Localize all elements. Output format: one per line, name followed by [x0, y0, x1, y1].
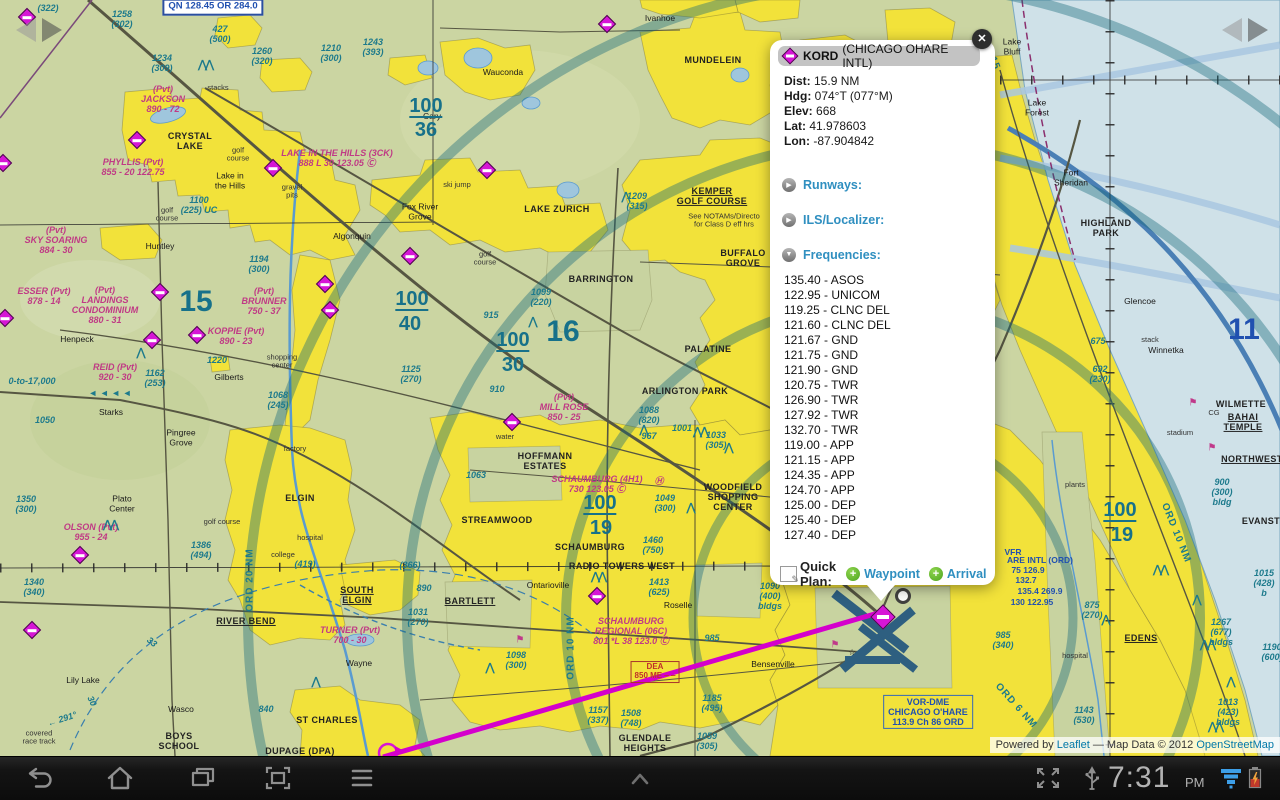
- frequency-row: 119.25 - CLNC DEL: [784, 303, 891, 318]
- popup-tail: [867, 585, 895, 601]
- pan-left-control[interactable]: [14, 15, 66, 45]
- frequency-row: 121.67 - GND: [784, 333, 891, 348]
- detail-label: Elev:: [784, 104, 813, 118]
- detail-row: Hdg: 074°T (077°M): [784, 89, 893, 104]
- back-button[interactable]: [22, 764, 60, 794]
- section-label: Runways:: [803, 178, 862, 192]
- frequency-row: 124.70 - APP: [784, 483, 891, 498]
- screenshot-icon: [262, 764, 294, 792]
- close-icon[interactable]: ✕: [972, 29, 992, 49]
- tablet-screen: stacksCRYSTAL LAKECaryFox River GroveLAK…: [0, 0, 1280, 800]
- frequency-row: 132.70 - TWR: [784, 423, 891, 438]
- screenshot-button[interactable]: [259, 764, 297, 794]
- detail-row: Lat: 41.978603: [784, 119, 893, 134]
- expand-icon: ▶: [782, 213, 796, 227]
- hide-bar-button[interactable]: [621, 764, 659, 794]
- usb-icon: [1076, 764, 1108, 792]
- frequency-row: 119.00 - APP: [784, 438, 891, 453]
- frequency-row: 125.40 - DEP: [784, 513, 891, 528]
- airport-name: (CHICAGO OHARE INTL): [842, 42, 980, 70]
- frequency-row: 124.35 - APP: [784, 468, 891, 483]
- quick-plan-label: Quick Plan:: [800, 559, 836, 589]
- leaflet-link[interactable]: Leaflet: [1057, 739, 1090, 751]
- section-label: ILS/Localizer:: [803, 213, 884, 227]
- attribution-text: — Map Data © 2012: [1093, 739, 1193, 751]
- pan-right-control[interactable]: [1220, 15, 1272, 45]
- frequency-row: 120.75 - TWR: [784, 378, 891, 393]
- airport-code: KORD: [803, 49, 838, 63]
- clock-meridiem: PM: [1185, 775, 1205, 790]
- detail-value: -87.904842: [810, 134, 874, 148]
- note-icon: [780, 566, 797, 582]
- fullscreen-button[interactable]: [1029, 764, 1067, 794]
- frequency-row: 127.40 - DEP: [784, 528, 891, 543]
- frequency-row: 121.75 - GND: [784, 348, 891, 363]
- detail-row: Lon: -87.904842: [784, 134, 893, 149]
- section-toggle-runways[interactable]: ▶ Runways:: [782, 167, 982, 202]
- map-attribution: Powered by Leaflet — Map Data © 2012 Ope…: [990, 737, 1280, 753]
- chevron-up-icon: [624, 764, 656, 792]
- wifi-icon: [1218, 764, 1244, 792]
- section-label: Frequencies:: [803, 248, 881, 262]
- frequency-row: 121.60 - CLNC DEL: [784, 318, 891, 333]
- airport-info-popup: KORD (CHICAGO OHARE INTL) ✕ Dist: 15.9 N…: [770, 40, 995, 585]
- openstreetmap-link[interactable]: OpenStreetMap: [1196, 739, 1274, 751]
- android-navbar: 7:31 PM: [0, 756, 1280, 800]
- detail-value: 15.9 NM: [811, 74, 860, 88]
- section-toggle-ilslocalizer[interactable]: ▶ ILS/Localizer:: [782, 202, 982, 237]
- waypoint-anchor: [897, 590, 910, 603]
- frequency-row: 121.90 - GND: [784, 363, 891, 378]
- battery-icon: [1246, 764, 1266, 792]
- detail-label: Dist:: [784, 74, 811, 88]
- detail-row: Elev: 668: [784, 104, 893, 119]
- frequency-list: 135.40 - ASOS122.95 - UNICOM119.25 - CLN…: [784, 273, 891, 543]
- collapse-icon: ▼: [782, 248, 796, 262]
- map-artwork: [0, 0, 1280, 756]
- detail-label: Hdg:: [784, 89, 811, 103]
- pan-arrows-icon: [14, 15, 66, 45]
- add-waypoint-button[interactable]: + Waypoint: [846, 567, 920, 581]
- airport-diamond-icon: [782, 48, 799, 65]
- wifi-status[interactable]: [1218, 764, 1244, 794]
- menu-button[interactable]: [343, 764, 381, 794]
- plus-icon: +: [929, 567, 943, 581]
- menu-icon: [346, 764, 378, 792]
- add-arrival-button[interactable]: + Arrival: [929, 567, 987, 581]
- pan-arrows-icon: [1220, 15, 1272, 45]
- detail-row: Dist: 15.9 NM: [784, 74, 893, 89]
- detail-value: 074°T (077°M): [811, 89, 892, 103]
- home-button[interactable]: [101, 764, 139, 794]
- frequency-row: 126.90 - TWR: [784, 393, 891, 408]
- frequency-row: 135.40 - ASOS: [784, 273, 891, 288]
- clock[interactable]: 7:31: [1108, 761, 1170, 795]
- frequency-row: 127.92 - TWR: [784, 408, 891, 423]
- recent-apps-button[interactable]: [184, 764, 222, 794]
- popup-header: KORD (CHICAGO OHARE INTL): [778, 46, 980, 66]
- back-icon: [25, 764, 57, 792]
- frequency-row: 125.00 - DEP: [784, 498, 891, 513]
- home-icon: [104, 764, 136, 792]
- arrival-link: Arrival: [947, 567, 987, 581]
- plus-icon: +: [846, 567, 860, 581]
- sectional-map[interactable]: stacksCRYSTAL LAKECaryFox River GroveLAK…: [0, 0, 1280, 756]
- section-toggle-frequencies[interactable]: ▼ Frequencies:: [782, 237, 982, 272]
- airport-details: Dist: 15.9 NMHdg: 074°T (077°M)Elev: 668…: [784, 74, 893, 149]
- recents-icon: [187, 764, 219, 792]
- popup-sections: ▶ Runways: ▶ ILS/Localizer: ▼ Frequencies:: [782, 167, 982, 272]
- usb-status-button[interactable]: [1073, 764, 1111, 794]
- detail-value: 41.978603: [806, 119, 866, 133]
- waypoint-link: Waypoint: [864, 567, 920, 581]
- detail-label: Lat:: [784, 119, 806, 133]
- attribution-text: Powered by: [996, 739, 1054, 751]
- frequency-row: 121.15 - APP: [784, 453, 891, 468]
- battery-status[interactable]: [1246, 764, 1266, 794]
- expand-icon: ▶: [782, 178, 796, 192]
- detail-label: Lon:: [784, 134, 810, 148]
- detail-value: 668: [813, 104, 836, 118]
- fullscreen-icon: [1032, 764, 1064, 792]
- frequency-row: 122.95 - UNICOM: [784, 288, 891, 303]
